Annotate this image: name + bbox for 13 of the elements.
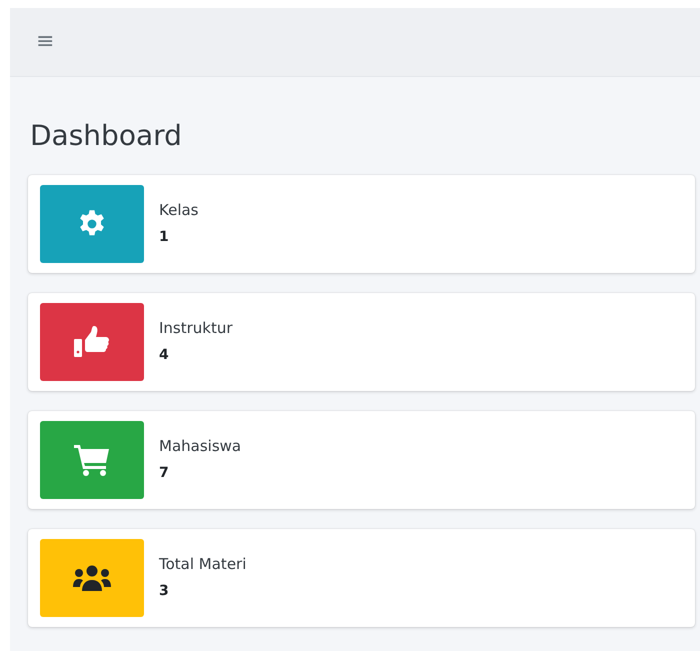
page-title: Dashboard <box>30 119 183 153</box>
card-label: Instruktur <box>159 318 233 339</box>
thumbs-up-icon <box>73 324 111 359</box>
menu-button[interactable]: ≡ <box>36 31 54 53</box>
shopping-cart-icon <box>73 442 111 477</box>
card-count: 4 <box>159 346 169 366</box>
card-label: Kelas <box>159 200 198 221</box>
group-of-people-icon <box>72 564 112 592</box>
card-label: Mahasiswa <box>159 436 242 457</box>
card-label: Total Materi <box>159 554 246 575</box>
card-count: 3 <box>159 582 169 602</box>
card-count: 7 <box>159 464 169 484</box>
card-count: 1 <box>159 228 169 248</box>
